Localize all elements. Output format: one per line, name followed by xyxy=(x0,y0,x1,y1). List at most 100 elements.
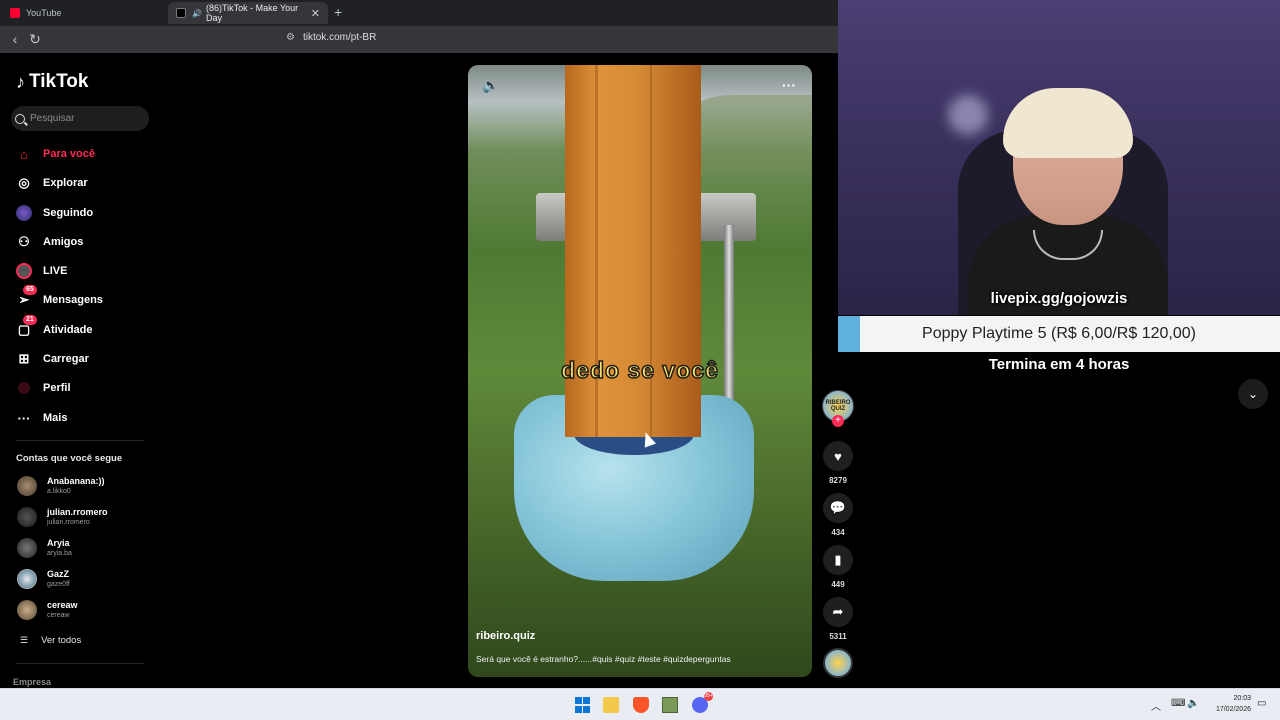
activity-badge: 21 xyxy=(23,315,37,325)
account-handle: julian.rromero xyxy=(47,519,90,526)
comment-icon: 💬 xyxy=(829,500,847,515)
ceiling-light xyxy=(948,95,988,135)
notification-icon[interactable]: ▭ xyxy=(1257,698,1266,709)
comment-count: 434 xyxy=(831,528,845,537)
minecraft-icon[interactable] xyxy=(662,697,678,713)
home-icon: ⌂ xyxy=(20,146,28,162)
share-button[interactable]: ➦ xyxy=(823,597,853,627)
search-input[interactable]: Pesquisar xyxy=(11,106,149,131)
logo-text: TikTok xyxy=(29,71,89,92)
url-field[interactable]: ⚙ tiktok.com/pt-BR xyxy=(286,32,376,43)
account-name: Anabanana:)) xyxy=(47,476,105,486)
next-video-button[interactable]: ⌄ xyxy=(1238,379,1268,409)
following-account[interactable]: julian.rromero julian.rromero xyxy=(17,504,108,530)
system-clock[interactable]: 20:03 17/02/2026 xyxy=(1205,693,1251,715)
browser-window: YouTube 🔊 (86)TikTok - Make Your Day ✕ +… xyxy=(0,0,838,688)
messages-badge: 65 xyxy=(23,285,37,295)
search-icon xyxy=(15,113,25,124)
sidebar-item-carregar[interactable]: ⊞ Carregar xyxy=(14,349,89,369)
video-player[interactable]: dedo se você 🔈 ··· ribeiro.quiz Será que… xyxy=(468,65,812,677)
profile-icon xyxy=(14,378,34,398)
sidebar-item-label: Mais xyxy=(43,412,68,424)
search-placeholder: Pesquisar xyxy=(30,113,75,124)
live-icon xyxy=(14,261,34,281)
close-tab-icon[interactable]: ✕ xyxy=(311,7,320,20)
speaker-icon[interactable]: 🔊 xyxy=(192,9,202,18)
list-icon: ☰ xyxy=(20,635,29,645)
avatar xyxy=(17,600,37,620)
sidebar-item-perfil[interactable]: Perfil xyxy=(14,378,71,398)
brave-browser-icon[interactable] xyxy=(633,697,649,713)
clock-date: 17/02/2026 xyxy=(1215,706,1251,713)
sidebar-item-mensagens[interactable]: ➢ 65 Mensagens xyxy=(14,285,103,310)
sidebar-item-live[interactable]: LIVE xyxy=(14,261,67,281)
tab-tiktok[interactable]: 🔊 (86)TikTok - Make Your Day ✕ xyxy=(168,2,328,24)
following-account[interactable]: cereaw cereaw xyxy=(17,597,78,623)
sidebar-item-atividade[interactable]: ▢ 21 Atividade xyxy=(14,315,93,340)
discord-badge: 99+ xyxy=(704,692,713,701)
file-explorer-icon[interactable] xyxy=(603,697,619,713)
sidebar-item-label: Para você xyxy=(43,148,95,160)
youtube-icon xyxy=(10,8,20,18)
account-handle: a.likko0 xyxy=(47,488,71,495)
friends-icon: ⚇ xyxy=(18,234,30,249)
following-account[interactable]: GazZ gaze0ff xyxy=(17,566,70,592)
following-account[interactable]: Anabanana:)) a.likko0 xyxy=(17,473,105,499)
comment-button[interactable]: 💬 xyxy=(823,493,853,523)
sidebar-item-mais[interactable]: ··· Mais xyxy=(14,408,68,428)
save-button[interactable]: ▮ xyxy=(823,545,853,575)
chevron-down-icon: ⌄ xyxy=(1247,387,1259,401)
heart-icon: ♥ xyxy=(834,448,842,464)
like-button[interactable]: ♥ xyxy=(823,441,853,471)
account-name: Aryia xyxy=(47,538,70,548)
more-options-icon[interactable]: ··· xyxy=(782,77,796,93)
sidebar-item-label: Seguindo xyxy=(43,207,94,219)
volume-tray-icon[interactable]: 🔈 xyxy=(1187,698,1199,709)
url-text: tiktok.com/pt-BR xyxy=(302,32,377,43)
new-tab-button[interactable]: + xyxy=(334,4,342,20)
sidebar-item-label: Atividade xyxy=(43,324,93,336)
tab-title: YouTube xyxy=(26,8,62,18)
back-icon[interactable]: ‹ xyxy=(6,30,24,48)
tab-youtube[interactable]: YouTube xyxy=(2,2,162,24)
sidebar-item-seguindo[interactable]: Seguindo xyxy=(14,203,93,223)
divider xyxy=(16,440,144,441)
goal-ends-text: Termina em 4 horas xyxy=(988,356,1130,373)
sidebar-item-label: Explorar xyxy=(43,177,88,189)
see-all-link[interactable]: ☰ Ver todos xyxy=(20,635,81,646)
windows-start-icon[interactable] xyxy=(574,697,590,713)
see-all-label: Ver todos xyxy=(41,635,82,646)
company-link[interactable]: Empresa xyxy=(13,677,51,687)
sidebar-item-label: LIVE xyxy=(43,265,68,277)
following-icon xyxy=(14,203,34,223)
avatar xyxy=(17,569,37,589)
network-icon[interactable]: ⌨ xyxy=(1171,698,1185,709)
music-disc-icon[interactable] xyxy=(823,648,853,678)
discord-icon[interactable]: 99+ xyxy=(692,692,713,713)
goal-text: Poppy Playtime 5 (R$ 6,00/R$ 120,00) xyxy=(922,325,1196,342)
share-icon: ➦ xyxy=(832,604,844,619)
clock-time: 20:03 xyxy=(1233,695,1251,702)
tiktok-note-icon: ♪ xyxy=(16,71,25,92)
upload-icon: ⊞ xyxy=(18,351,30,366)
reload-icon[interactable]: ↻ xyxy=(26,30,44,48)
like-count: 8279 xyxy=(829,476,847,485)
following-account[interactable]: Aryia aryia.ba xyxy=(17,535,72,561)
account-name: GazZ xyxy=(47,569,70,579)
donation-goal-bar: Poppy Playtime 5 (R$ 6,00/R$ 120,00) xyxy=(838,316,1280,352)
chevron-up-icon[interactable]: ︿ xyxy=(1151,698,1161,713)
metal-rod xyxy=(724,225,734,415)
sidebar-item-explorar[interactable]: ◎ Explorar xyxy=(14,173,88,193)
sidebar-item-amigos[interactable]: ⚇ Amigos xyxy=(14,232,83,252)
video-username[interactable]: ribeiro.quiz xyxy=(476,630,535,642)
site-settings-icon[interactable]: ⚙ xyxy=(286,32,295,43)
address-bar: ‹ ↻ ⚙ tiktok.com/pt-BR xyxy=(0,26,838,53)
webcam-feed xyxy=(838,0,1280,315)
tiktok-logo[interactable]: ♪ TikTok xyxy=(16,71,88,93)
sidebar-item-para-voce[interactable]: ⌂ Para você xyxy=(14,144,95,164)
messages-icon: ➢ 65 xyxy=(14,285,37,310)
volume-icon[interactable]: 🔈 xyxy=(482,77,499,94)
compass-icon: ◎ xyxy=(18,175,30,190)
follow-plus-icon[interactable]: + xyxy=(832,415,844,427)
livepix-link: livepix.gg/gojowzis xyxy=(990,290,1128,307)
